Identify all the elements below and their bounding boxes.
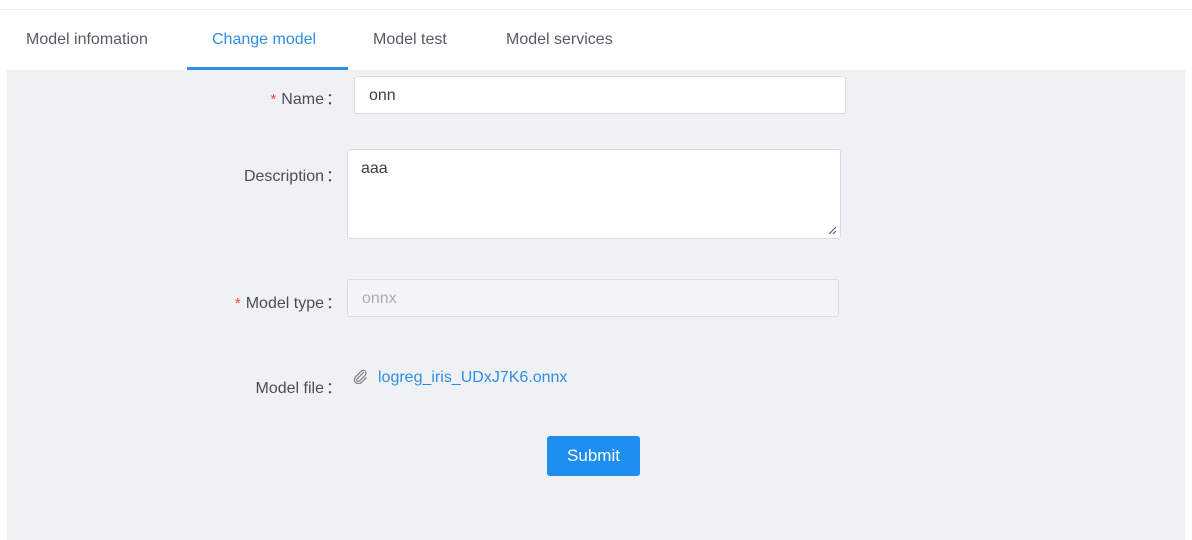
description-textarea[interactable]: aaa [347, 149, 841, 239]
name-input[interactable]: onn [354, 76, 846, 114]
required-mark: * [270, 91, 277, 108]
right-gutter [1185, 70, 1192, 540]
model-file-link[interactable]: logreg_iris_UDxJ7K6.onnx [352, 368, 567, 388]
model-file-label-row: Model file： [7, 374, 343, 397]
description-label: Description： [243, 168, 342, 185]
model-file-label: Model file： [255, 380, 343, 397]
name-label: * Name： [270, 91, 342, 108]
tab-change-model[interactable]: Change model [212, 10, 316, 68]
submit-button[interactable]: Submit [547, 436, 640, 476]
model-type-label: * Model type： [234, 295, 342, 312]
paperclip-icon [353, 369, 367, 384]
tab-model-test[interactable]: Model test [373, 10, 447, 68]
required-mark: * [234, 295, 241, 312]
resize-handle-icon[interactable] [827, 225, 837, 235]
model-type-input: onnx [347, 279, 839, 317]
model-type-label-row: * Model type： [7, 289, 342, 312]
tab-bar: Model infomation Change model Model test… [7, 10, 1185, 70]
description-value: aaa [361, 160, 388, 177]
tab-model-information[interactable]: Model infomation [26, 10, 148, 68]
description-label-row: Description： [7, 162, 342, 185]
tab-model-services[interactable]: Model services [506, 10, 613, 68]
name-label-row: * Name： [7, 85, 342, 108]
form-panel: * Name： onn Description： aaa * Model type：… [7, 70, 1185, 540]
model-file-name: logreg_iris_UDxJ7K6.onnx [378, 369, 568, 386]
